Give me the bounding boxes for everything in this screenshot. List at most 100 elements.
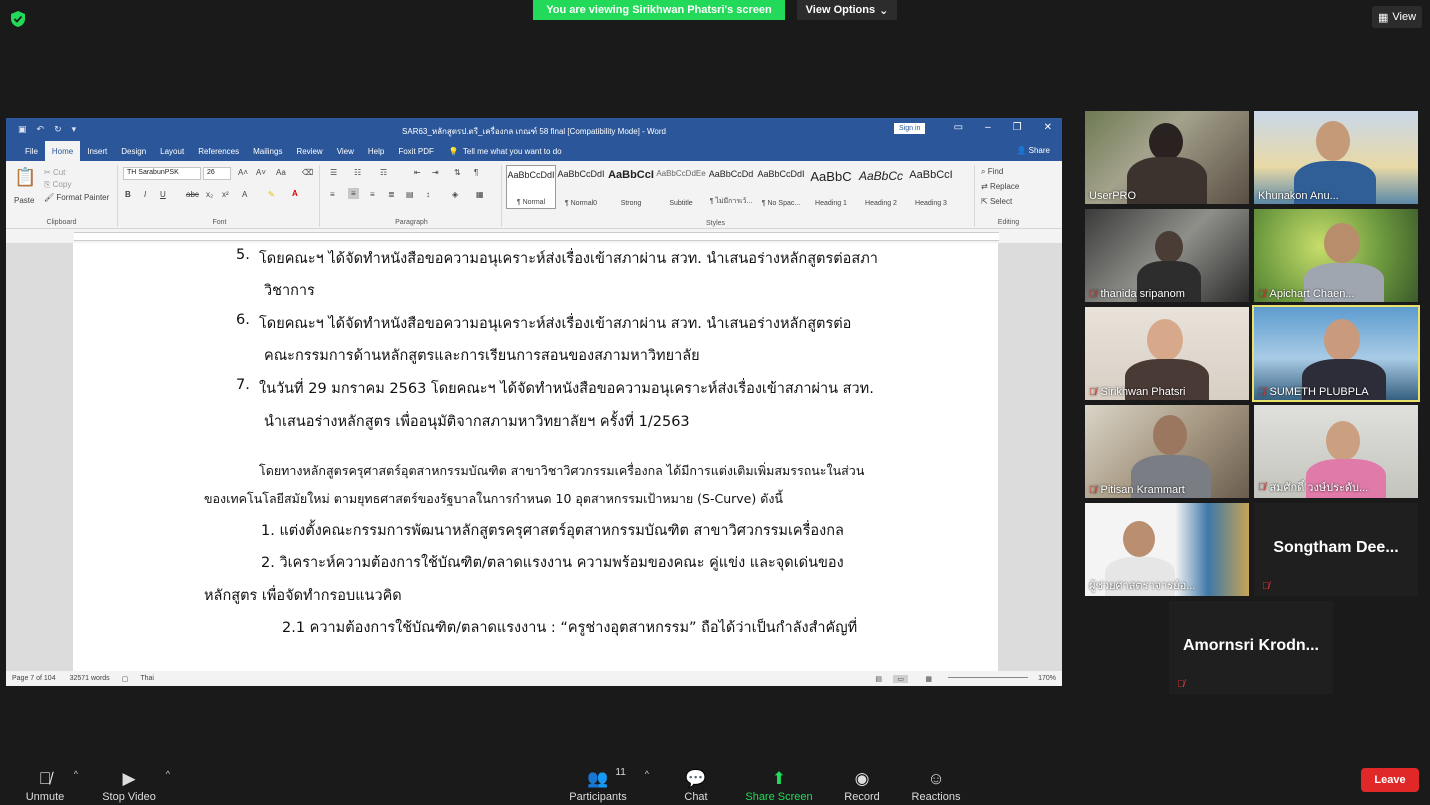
shrink-font-icon[interactable]: A˅ (256, 168, 266, 177)
font-name-select[interactable]: TH SarabunPSK (123, 167, 201, 180)
reactions-button[interactable]: ☺ Reactions (891, 761, 981, 803)
web-layout-icon[interactable]: ▦ (925, 675, 932, 683)
tab-foxit-pdf[interactable]: Foxit PDF (391, 141, 441, 161)
style-no-spacing[interactable]: AaBbCcDdI ¶ No Spac... (756, 165, 806, 209)
italic-icon[interactable]: I (144, 190, 146, 199)
text-effects-icon[interactable]: A (242, 190, 247, 199)
show-marks-icon[interactable]: ¶ (474, 168, 478, 177)
style-heading-3[interactable]: AaBbCcI Heading 3 (906, 165, 956, 209)
word-count[interactable]: 32571 words (70, 675, 110, 682)
document-canvas[interactable]: 5. โดยคณะฯ ได้จัดทำหนังสือขอความอนุเคราะ… (6, 243, 1062, 671)
grow-font-icon[interactable]: A˄ (238, 168, 248, 177)
video-options-caret-icon[interactable]: ^ (166, 769, 170, 779)
participant-tile[interactable]: ผู้ช่วยศาสตราจารย์อ... (1085, 503, 1249, 596)
participants-button[interactable]: 👥 11 Participants ^ (553, 761, 649, 803)
tab-file[interactable]: File (18, 141, 45, 161)
print-layout-icon[interactable]: ▭ (893, 674, 908, 683)
tab-design[interactable]: Design (114, 141, 153, 161)
read-mode-icon[interactable]: ▤ (875, 675, 882, 683)
numbering-icon[interactable]: ☷ (354, 168, 361, 177)
page-count[interactable]: Page 7 of 104 (12, 675, 56, 682)
document-page[interactable]: 5. โดยคณะฯ ได้จัดทำหนังสือขอความอนุเคราะ… (73, 243, 998, 671)
style-heading-2[interactable]: AaBbCc Heading 2 (856, 165, 906, 209)
paste-icon[interactable]: 📋 (14, 167, 36, 188)
font-color-icon[interactable]: A (292, 189, 298, 198)
strikethrough-icon[interactable]: abc (186, 190, 199, 199)
participant-tile[interactable]: 🎙̸ Apichart Chaen... (1254, 209, 1418, 302)
align-center-icon[interactable]: ≡ (348, 188, 359, 199)
participant-tile[interactable]: Khunakon Anu... (1254, 111, 1418, 204)
horizontal-ruler[interactable] (6, 229, 1062, 243)
minimize-icon[interactable]: – (985, 122, 991, 133)
proofing-icon[interactable]: ▢ (122, 675, 129, 683)
leave-button[interactable]: Leave (1361, 768, 1419, 792)
tell-me-search[interactable]: 💡 Tell me what you want to do (449, 147, 562, 156)
underline-icon[interactable]: U (160, 190, 166, 199)
align-right-icon[interactable]: ≡ (370, 190, 375, 199)
change-case-icon[interactable]: Aa (276, 168, 286, 177)
clear-formatting-icon[interactable]: ⌫ (302, 168, 313, 177)
justify-icon[interactable]: ≣ (388, 190, 395, 199)
increase-indent-icon[interactable]: ⇥ (432, 168, 439, 177)
style-heading-1[interactable]: AaBbC Heading 1 (806, 165, 856, 209)
style-no-spacing-thai[interactable]: AaBbCcDd ¶ ไม่มีการเว้... (706, 165, 756, 209)
participant-tile[interactable]: 🎙̸ Sirikhwan Phatsri (1085, 307, 1249, 400)
line-spacing-icon[interactable]: ↕ (426, 190, 430, 199)
participant-tile-no-video[interactable]: Amornsri Krodn... 🎙̸ (1169, 601, 1333, 694)
bold-icon[interactable]: B (125, 190, 131, 199)
format-painter-button[interactable]: 🖌 Format Painter (44, 193, 109, 202)
share-screen-button[interactable]: ⬆ Share Screen (734, 761, 824, 803)
style-strong[interactable]: AaBbCcI Strong (606, 165, 656, 209)
unmute-button[interactable]: 🎙̸ Unmute ^ (0, 761, 90, 803)
shared-word-window[interactable]: ▣ ↶ ↻ ▾ SAR63_หลักสูตรป.ตรี_เครื่องกล เก… (6, 118, 1062, 686)
ribbon-display-icon[interactable]: ▭ (954, 122, 963, 133)
multilevel-list-icon[interactable]: ☶ (380, 168, 387, 177)
bullets-icon[interactable]: ☰ (330, 168, 337, 177)
subscript-icon[interactable]: x₂ (206, 190, 213, 199)
audio-options-caret-icon[interactable]: ^ (74, 769, 78, 779)
sort-icon[interactable]: ⇅ (454, 168, 461, 177)
distributed-icon[interactable]: ▤ (406, 190, 414, 199)
tab-insert[interactable]: Insert (80, 141, 114, 161)
tab-help[interactable]: Help (361, 141, 391, 161)
stop-video-button[interactable]: ▶ Stop Video ^ (84, 761, 174, 803)
superscript-icon[interactable]: x² (222, 190, 229, 199)
restore-icon[interactable]: ❐ (1013, 122, 1022, 133)
language-indicator[interactable]: Thai (140, 675, 154, 682)
share-button[interactable]: 👤 Share (1016, 146, 1050, 155)
security-shield-icon[interactable] (10, 10, 26, 28)
tab-review[interactable]: Review (289, 141, 329, 161)
cut-button[interactable]: ✂ Cut (44, 168, 65, 177)
font-size-select[interactable]: 26 (203, 167, 231, 180)
participant-tile-active-speaker[interactable]: 🎙̸ SUMETH PLUBPLA (1252, 305, 1420, 402)
tab-mailings[interactable]: Mailings (246, 141, 289, 161)
zoom-level[interactable]: 170% (1038, 675, 1056, 682)
copy-button[interactable]: ⎘ Copy (44, 180, 71, 190)
select-button[interactable]: ⇱ Select (981, 197, 1012, 206)
borders-icon[interactable]: ▦ (476, 190, 484, 199)
style-normal[interactable]: AaBbCcDdI ¶ Normal (506, 165, 556, 209)
participant-tile[interactable]: UserPRO (1085, 111, 1249, 204)
chat-button[interactable]: 💬 Chat (651, 761, 741, 803)
participant-tile[interactable]: 🎙̸ Pitisan Krammart (1085, 405, 1249, 498)
participant-tile[interactable]: 🎙̸ สมศักดิ์ วงษ์ประดับ... (1254, 405, 1418, 498)
participants-caret-icon[interactable]: ^ (645, 769, 649, 779)
align-left-icon[interactable]: ≡ (330, 190, 335, 199)
sign-in-button[interactable]: Sign in (894, 123, 926, 134)
view-options-button[interactable]: View Options ⌄ (797, 0, 897, 20)
paste-label[interactable]: Paste (14, 196, 34, 205)
style-normal0[interactable]: AaBbCcDdI ¶ Normal0 (556, 165, 606, 209)
close-icon[interactable]: ✕ (1044, 122, 1052, 133)
shading-icon[interactable]: ◈ (452, 190, 458, 199)
tab-layout[interactable]: Layout (153, 141, 191, 161)
replace-button[interactable]: ⇄ Replace (981, 182, 1019, 191)
tab-home[interactable]: Home (44, 141, 81, 161)
highlight-icon[interactable]: ✎ (268, 190, 275, 199)
view-layout-button[interactable]: ▦ View (1372, 6, 1422, 28)
participant-tile-no-video[interactable]: Songtham Dee... 🎙̸ (1254, 503, 1418, 596)
participant-tile[interactable]: 🎙̸ thanida sripanom (1085, 209, 1249, 302)
decrease-indent-icon[interactable]: ⇤ (414, 168, 421, 177)
style-subtitle[interactable]: AaBbCcDdEe Subtitle (656, 165, 706, 209)
tab-references[interactable]: References (191, 141, 246, 161)
zoom-slider[interactable] (948, 677, 1028, 678)
